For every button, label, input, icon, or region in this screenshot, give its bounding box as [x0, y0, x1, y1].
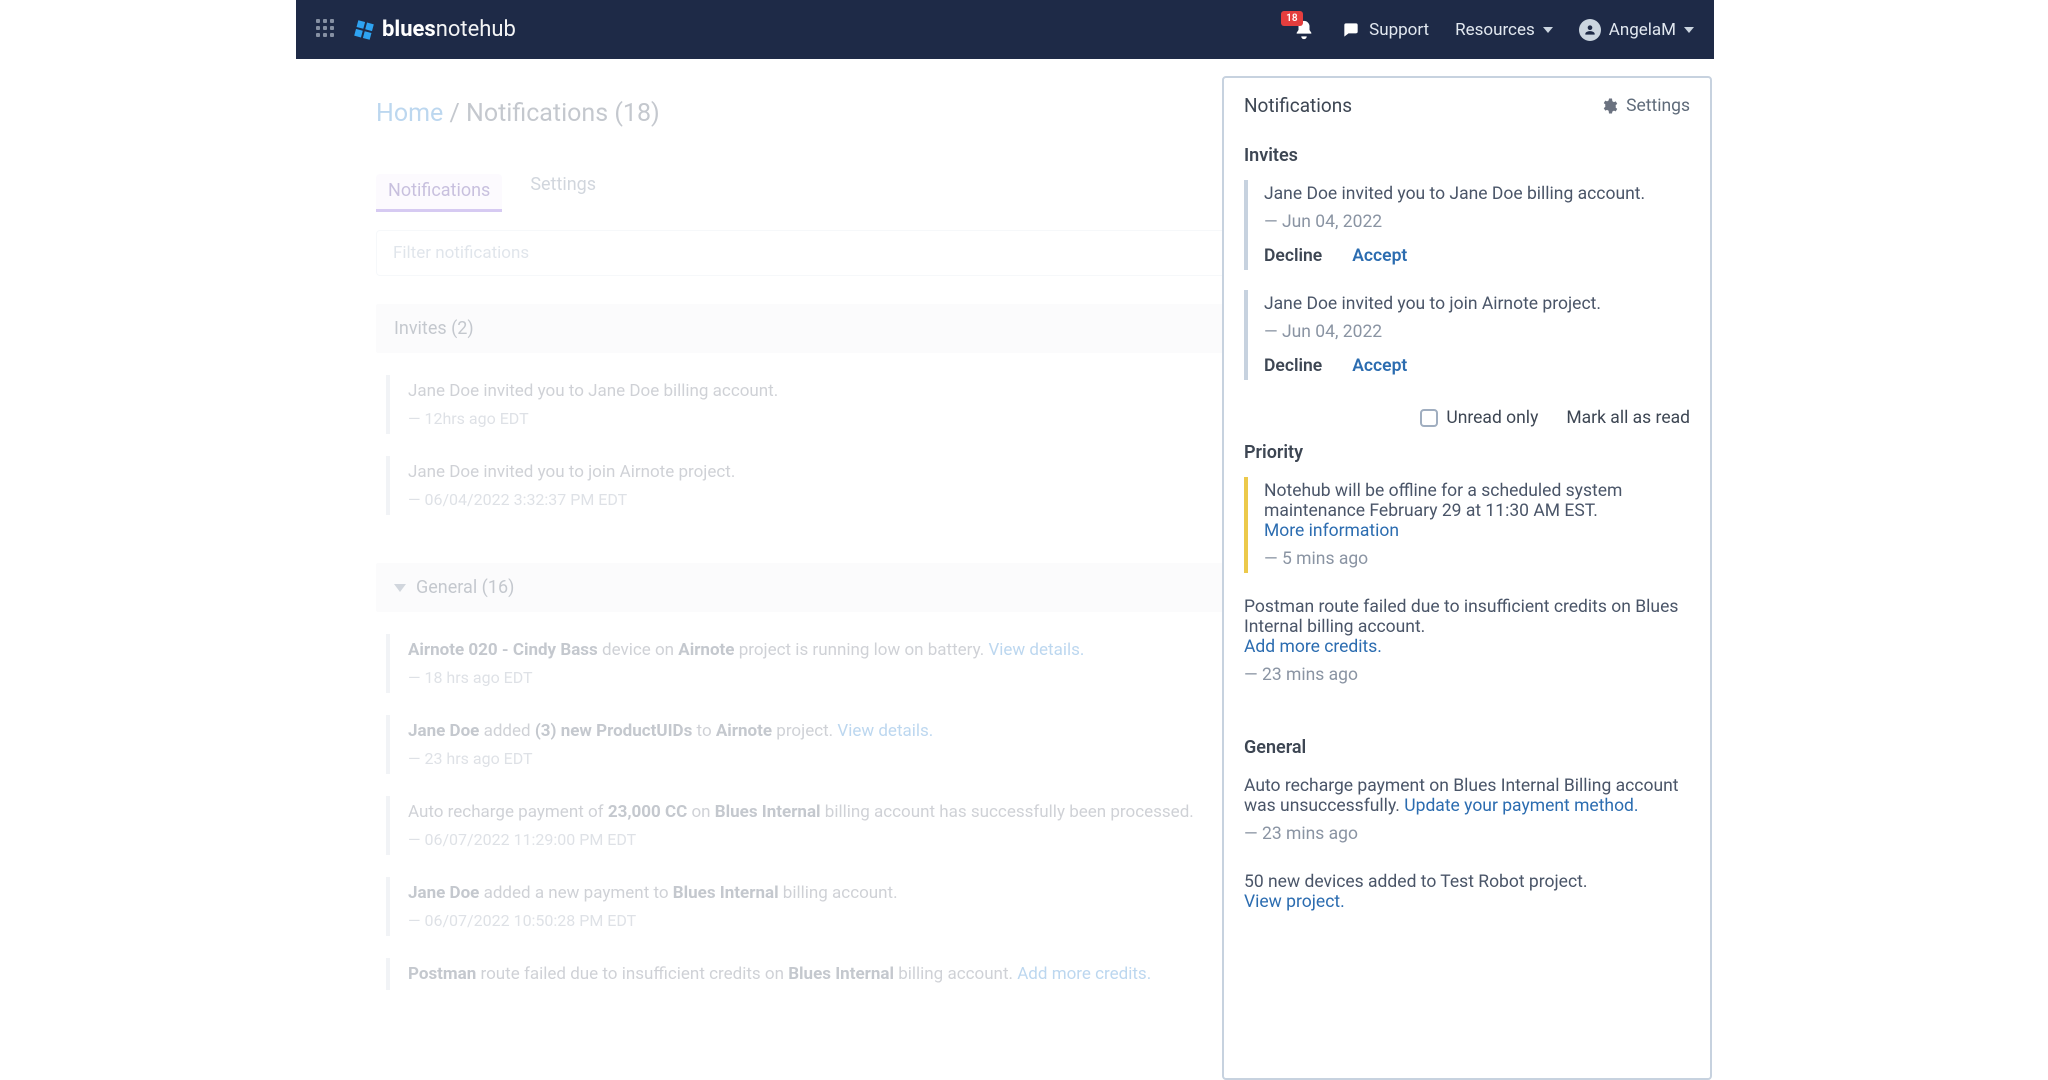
panel-settings-label: Settings [1626, 96, 1690, 116]
priority-timestamp: — 5 mins ago [1264, 549, 1690, 569]
priority-text: Postman route failed due to insufficient… [1244, 597, 1690, 637]
t: Blues Internal [788, 964, 894, 984]
chevron-down-icon [394, 584, 406, 592]
decline-button[interactable]: Decline [1264, 246, 1322, 266]
t: Auto recharge payment of [408, 802, 608, 822]
t: Airnote 020 - Cindy Bass [408, 640, 598, 660]
add-credits-link[interactable]: Add more credits. [1244, 637, 1382, 657]
panel-invites-title: Invites [1244, 145, 1690, 166]
accept-button[interactable]: Accept [1352, 246, 1407, 266]
general-item: 50 new devices added to Test Robot proje… [1244, 868, 1690, 916]
t: (3) new ProductUIDs [535, 721, 693, 741]
panel-priority-title: Priority [1244, 442, 1690, 463]
t: billing account. [779, 883, 898, 903]
chat-icon [1341, 20, 1361, 40]
t: Airnote [716, 721, 772, 741]
brand[interactable]: bluesnotehub [352, 17, 516, 42]
breadcrumb-sep: / [449, 99, 459, 128]
user-name: AngelaM [1609, 20, 1676, 40]
more-info-link[interactable]: More information [1264, 521, 1399, 541]
t: 23,000 CC [608, 802, 687, 822]
invite-timestamp: — Jun 04, 2022 [1264, 212, 1690, 232]
invite-item: Jane Doe invited you to join Airnote pro… [1244, 290, 1690, 380]
general-item: Auto recharge payment on Blues Internal … [1244, 772, 1690, 848]
view-details-link[interactable]: View details. [988, 640, 1084, 660]
panel-general-title: General [1244, 737, 1690, 758]
resources-dropdown[interactable]: Resources [1455, 20, 1553, 40]
t: Postman [408, 964, 476, 984]
invite-text: Jane Doe invited you to Jane Doe billing… [1264, 184, 1690, 204]
t: Jane Doe [408, 883, 479, 903]
avatar-icon [1579, 19, 1601, 41]
t: added a new payment to [479, 883, 672, 903]
resources-label: Resources [1455, 20, 1535, 40]
breadcrumb-home[interactable]: Home [376, 99, 443, 128]
brand-logo-icon [352, 18, 376, 42]
invite-text: Jane Doe invited you to join Airnote pro… [1264, 294, 1690, 314]
t: Jane Doe [408, 721, 479, 741]
priority-item: Postman route failed due to insufficient… [1244, 593, 1690, 689]
support-label: Support [1369, 20, 1429, 40]
t: Blues Internal [673, 883, 779, 903]
panel-title: Notifications [1244, 94, 1352, 117]
add-credits-link[interactable]: Add more credits. [1017, 964, 1151, 984]
invite-item: Jane Doe invited you to Jane Doe billing… [1244, 180, 1690, 270]
accept-button[interactable]: Accept [1352, 356, 1407, 376]
tab-notifications[interactable]: Notifications [376, 174, 502, 212]
t: on [687, 802, 715, 822]
brand-notehub: notehub [436, 17, 516, 42]
view-project-link[interactable]: View project. [1244, 892, 1345, 912]
t: billing account. [894, 964, 1017, 984]
general-timestamp: — 23 mins ago [1244, 824, 1690, 844]
apps-menu-icon[interactable] [316, 19, 338, 41]
priority-item: Notehub will be offline for a scheduled … [1244, 477, 1690, 573]
t: route failed due to insufficient credits… [476, 964, 788, 984]
invite-timestamp: — Jun 04, 2022 [1264, 322, 1690, 342]
t: billing account has successfully been pr… [821, 802, 1194, 822]
t: project is running low on battery. [735, 640, 989, 660]
unread-only-toggle[interactable]: Unread only [1420, 408, 1538, 428]
section-general-label: General (16) [416, 577, 514, 598]
t: project. [772, 721, 837, 741]
view-details-link[interactable]: View details. [837, 721, 933, 741]
tab-settings[interactable]: Settings [530, 174, 596, 212]
support-link[interactable]: Support [1341, 20, 1429, 40]
priority-timestamp: — 23 mins ago [1244, 665, 1690, 685]
update-payment-link[interactable]: Update your payment method. [1404, 796, 1638, 816]
chevron-down-icon [1684, 27, 1694, 33]
t: device on [598, 640, 679, 660]
brand-blues: blues [382, 17, 436, 42]
checkbox-icon [1420, 409, 1438, 427]
notifications-badge: 18 [1281, 11, 1302, 26]
notifications-bell-button[interactable]: 18 [1293, 19, 1315, 41]
t: added [479, 721, 534, 741]
panel-settings-button[interactable]: Settings [1600, 96, 1690, 116]
unread-only-label: Unread only [1446, 408, 1538, 428]
notifications-panel: Notifications Settings Invites Jane Doe … [1222, 76, 1712, 1080]
priority-text: Notehub will be offline for a scheduled … [1264, 481, 1690, 521]
decline-button[interactable]: Decline [1264, 356, 1322, 376]
t: to [692, 721, 716, 741]
mark-all-read-button[interactable]: Mark all as read [1566, 408, 1690, 428]
user-menu[interactable]: AngelaM [1579, 19, 1694, 41]
general-text: 50 new devices added to Test Robot proje… [1244, 872, 1690, 892]
gear-icon [1600, 97, 1618, 115]
breadcrumb-current: Notifications (18) [466, 99, 660, 128]
t: Airnote [678, 640, 734, 660]
topbar: bluesnotehub 18 Support Resources Ang [296, 0, 1714, 59]
t: Blues Internal [715, 802, 821, 822]
chevron-down-icon [1543, 27, 1553, 33]
section-invites-label: Invites (2) [394, 318, 474, 339]
